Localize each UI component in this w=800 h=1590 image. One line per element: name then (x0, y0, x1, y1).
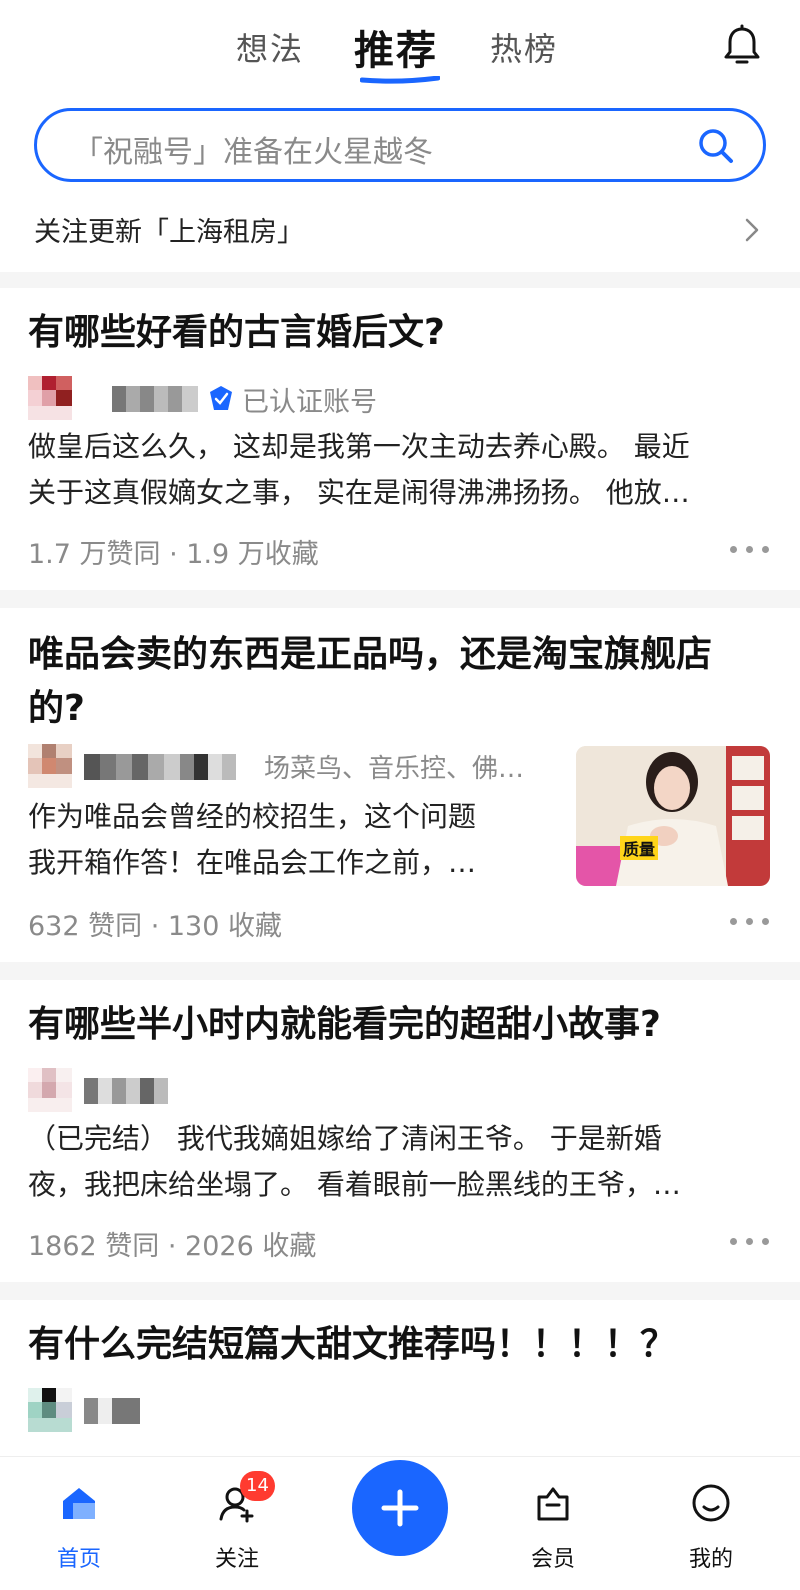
create-button[interactable] (352, 1460, 448, 1556)
search-placeholder[interactable]: 「祝融号」准备在火星越冬 (73, 127, 433, 171)
excerpt-line: 关于这真假嫡女之事， 实在是闹得沸沸扬扬。 他放… (28, 476, 690, 509)
card-excerpt[interactable]: 作为唯品会曾经的校招生，这个问题 我开箱作答！在唯品会工作之前，… (28, 794, 548, 886)
thumbnail-caption: 质量 (620, 836, 659, 860)
card-thumbnail[interactable]: 质量 (576, 746, 770, 886)
excerpt-line: 夜，我把床给坐塌了。 看着眼前一脸黑线的王爷，… (28, 1168, 681, 1201)
nav-vip-label: 会员 (530, 1547, 575, 1572)
card-stats: 1862 赞同 · 2026 收藏 (28, 1231, 317, 1262)
nav-follow-label: 关注 (214, 1547, 259, 1572)
author-name-blurred[interactable] (84, 1078, 168, 1104)
more-options-icon[interactable] (730, 1238, 770, 1248)
search-icon[interactable] (697, 127, 735, 165)
verified-label: 已认证账号 (242, 387, 377, 418)
verified-badge-icon (210, 386, 232, 410)
follow-update-text[interactable]: 关注更新「上海租房」 (34, 210, 304, 249)
excerpt-line: 作为唯品会曾经的校招生，这个问题 (28, 800, 477, 833)
tab-recommend[interactable]: 推荐 (354, 18, 438, 76)
more-options-icon[interactable] (730, 546, 770, 556)
vip-icon (537, 1487, 569, 1521)
avatar[interactable] (28, 376, 72, 420)
card-title-line: 的? (28, 688, 85, 729)
avatar[interactable] (28, 1388, 72, 1432)
excerpt-line: 做皇后这么久， 这却是我第一次主动去养心殿。 最近 (28, 430, 690, 463)
author-name-blurred[interactable] (112, 386, 198, 412)
author-name-blurred[interactable] (84, 754, 236, 780)
active-tab-indicator (360, 76, 440, 84)
avatar[interactable] (28, 744, 72, 788)
nav-home-label: 首页 (56, 1547, 101, 1572)
nav-home[interactable]: 首页 (34, 1475, 124, 1572)
top-header: 想法 推荐 热榜 「祝融号」准备在火星越冬 关注更新「上海租房」 (0, 0, 800, 272)
author-row: 场菜鸟、音乐控、佛… (28, 744, 558, 788)
card-excerpt[interactable]: （已完结） 我代我嫡姐嫁给了清闲王爷。 于是新婚 夜，我把床给坐塌了。 看着眼前… (28, 1116, 772, 1208)
follow-update-row[interactable]: 关注更新「上海租房」 (34, 206, 766, 254)
video-thumbnail-image (576, 746, 770, 886)
top-tabs: 想法 推荐 热榜 (0, 18, 800, 84)
card-title-line: 唯品会卖的东西是正品吗，还是淘宝旗舰店 (28, 634, 713, 675)
author-name-blurred[interactable] (84, 1398, 140, 1424)
chevron-right-icon (745, 218, 759, 242)
card-title[interactable]: 有哪些好看的古言婚后文? (28, 306, 445, 360)
nav-vip[interactable]: 会员 (508, 1475, 598, 1572)
card-stats: 1.7 万赞同 · 1.9 万收藏 (28, 539, 319, 570)
author-row: 已认证账号 (28, 376, 528, 420)
home-icon (63, 1488, 95, 1519)
feed-card[interactable]: 有哪些半小时内就能看完的超甜小故事? （已完结） 我代我嫡姐嫁给了清闲王爷。 于… (0, 980, 800, 1282)
notification-badge: 14 (240, 1471, 275, 1501)
card-title[interactable]: 有哪些半小时内就能看完的超甜小故事? (28, 998, 661, 1052)
author-row (28, 1388, 328, 1432)
card-stats: 632 赞同 · 130 收藏 (28, 911, 282, 942)
profile-icon (692, 1484, 730, 1522)
nav-profile-label: 我的 (688, 1547, 733, 1572)
feed-card[interactable]: 有哪些好看的古言婚后文? 已认证账号 做皇后这么久， 这却是我第一次主动去养心殿… (0, 288, 800, 590)
search-bar[interactable]: 「祝融号」准备在火星越冬 (34, 108, 766, 182)
feed-card[interactable]: 有什么完结短篇大甜文推荐吗！！！！？ (0, 1300, 800, 1456)
card-title[interactable]: 唯品会卖的东西是正品吗，还是淘宝旗舰店 的? (28, 628, 772, 736)
avatar[interactable] (28, 1068, 72, 1112)
feed-card[interactable]: 唯品会卖的东西是正品吗，还是淘宝旗舰店 的? 场菜鸟、音乐控、佛… 作为唯品会曾… (0, 608, 800, 962)
excerpt-line: 我开箱作答！在唯品会工作之前，… (28, 846, 477, 879)
more-options-icon[interactable] (730, 918, 770, 928)
nav-profile[interactable]: 我的 (666, 1475, 756, 1572)
author-tags: 场菜鸟、音乐控、佛… (264, 754, 525, 784)
plus-icon (381, 1489, 419, 1527)
author-row (28, 1068, 328, 1112)
card-title[interactable]: 有什么完结短篇大甜文推荐吗！！！！？ (28, 1318, 676, 1372)
tab-hot-list[interactable]: 热榜 (490, 24, 558, 70)
excerpt-line: （已完结） 我代我嫡姐嫁给了清闲王爷。 于是新婚 (28, 1122, 662, 1155)
tab-ideas[interactable]: 想法 (236, 24, 304, 70)
bell-icon[interactable] (720, 24, 764, 68)
nav-follow[interactable]: 14 关注 (192, 1471, 282, 1572)
card-excerpt[interactable]: 做皇后这么久， 这却是我第一次主动去养心殿。 最近 关于这真假嫡女之事， 实在是… (28, 424, 772, 516)
